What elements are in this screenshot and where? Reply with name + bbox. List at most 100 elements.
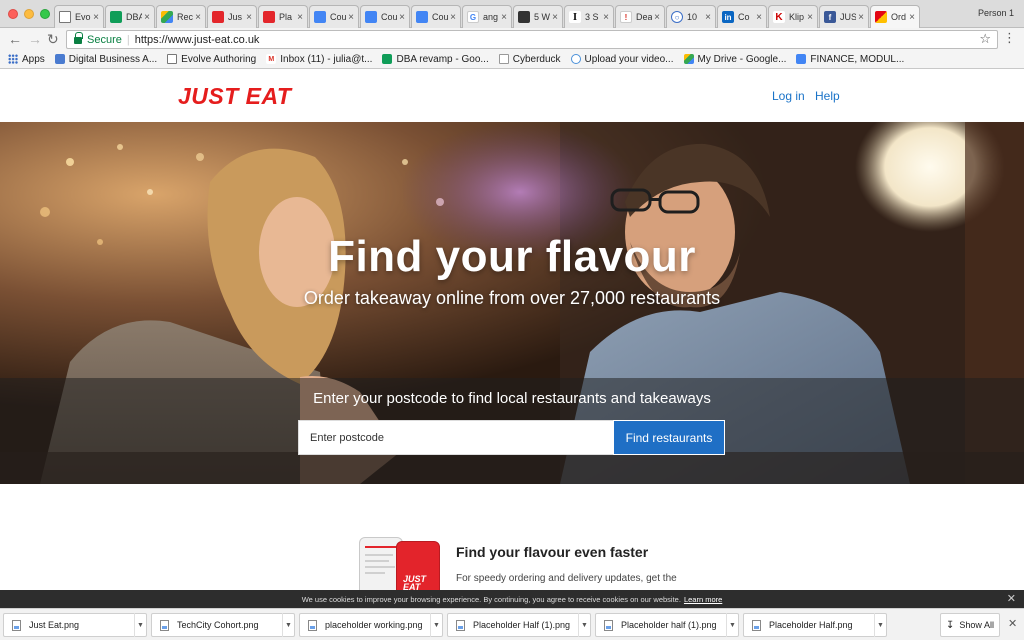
download-filename: Placeholder Half.png bbox=[769, 620, 853, 630]
postcode-input[interactable] bbox=[298, 420, 614, 455]
k-icon: K bbox=[773, 11, 785, 23]
sheets-icon bbox=[110, 11, 122, 23]
close-icon[interactable]: × bbox=[246, 12, 252, 23]
close-icon[interactable]: × bbox=[756, 12, 762, 23]
chevron-down-icon[interactable]: ▼ bbox=[282, 613, 294, 637]
minimize-window-button[interactable] bbox=[24, 9, 34, 19]
chevron-down-icon[interactable]: ▼ bbox=[578, 613, 590, 637]
bookmark-digital-business[interactable]: Digital Business A... bbox=[54, 54, 157, 65]
url-text[interactable]: https://www.just-eat.co.uk bbox=[135, 34, 260, 46]
close-icon[interactable]: × bbox=[909, 12, 915, 23]
show-all-label: Show All bbox=[959, 620, 994, 630]
show-all-downloads-button[interactable]: ↧ Show All bbox=[940, 613, 1000, 637]
find-restaurants-button[interactable]: Find restaurants bbox=[613, 420, 725, 455]
close-icon[interactable]: × bbox=[705, 12, 711, 23]
close-icon[interactable]: × bbox=[450, 12, 456, 23]
browser-tab[interactable]: Gang × bbox=[462, 5, 512, 28]
login-link[interactable]: Log in bbox=[772, 89, 805, 103]
back-arrow-icon[interactable]: ← bbox=[8, 30, 22, 48]
phone-line bbox=[365, 566, 395, 568]
close-icon[interactable]: × bbox=[297, 12, 303, 23]
bookmark-evolve-authoring[interactable]: Evolve Authoring bbox=[167, 54, 256, 65]
profile-name[interactable]: Person 1 bbox=[978, 8, 1014, 18]
url-separator: | bbox=[126, 33, 130, 46]
browser-tab[interactable]: ! Dea × bbox=[615, 5, 665, 28]
docs-icon bbox=[314, 11, 326, 23]
maximize-window-button[interactable] bbox=[40, 9, 50, 19]
bookmark-dba-revamp[interactable]: DBA revamp - Goo... bbox=[382, 54, 489, 65]
close-icon[interactable]: × bbox=[144, 12, 150, 23]
browser-tab[interactable]: K Klip × bbox=[768, 5, 818, 28]
close-icon[interactable]: × bbox=[348, 12, 354, 23]
chevron-down-icon[interactable]: ▼ bbox=[874, 613, 886, 637]
reload-icon[interactable]: ↻ bbox=[47, 30, 59, 48]
download-item[interactable]: Placeholder half (1).png ▼ bbox=[595, 613, 739, 637]
download-item[interactable]: Placeholder Half.png ▼ bbox=[743, 613, 887, 637]
chevron-down-icon[interactable]: ▼ bbox=[726, 613, 738, 637]
close-icon[interactable]: × bbox=[807, 12, 813, 23]
close-window-button[interactable] bbox=[8, 9, 18, 19]
close-icon[interactable]: × bbox=[195, 12, 201, 23]
tab-title: ang bbox=[483, 12, 499, 22]
close-icon[interactable]: × bbox=[654, 12, 660, 23]
bookmark-finance[interactable]: FINANCE, MODUL... bbox=[796, 54, 904, 65]
app-promo-section: JUST EAT Find your flavour even faster F… bbox=[0, 484, 1024, 601]
browser-tab[interactable]: f JUS × bbox=[819, 5, 869, 28]
bookmark-cyberduck[interactable]: Cyberduck bbox=[498, 54, 561, 65]
tab-title: Pla bbox=[279, 12, 293, 22]
close-icon[interactable]: ✕ bbox=[1007, 592, 1016, 605]
image-file-icon bbox=[456, 619, 465, 631]
close-icon[interactable]: × bbox=[552, 12, 558, 23]
browser-tab[interactable]: Ord × bbox=[870, 5, 920, 28]
bookmark-apps[interactable]: Apps bbox=[8, 54, 45, 65]
browser-tab[interactable]: Evo × bbox=[54, 5, 104, 28]
tab-title: Evo bbox=[75, 12, 91, 22]
chevron-down-icon[interactable]: ▼ bbox=[134, 613, 146, 637]
bookmark-inbox[interactable]: M Inbox (11) - julia@t... bbox=[266, 54, 372, 65]
download-item[interactable]: Placeholder Half (1).png ▼ bbox=[447, 613, 591, 637]
bookmark-upload-video[interactable]: Upload your video... bbox=[570, 54, 674, 65]
download-item[interactable]: Just Eat.png ▼ bbox=[3, 613, 147, 637]
cookie-text: We use cookies to improve your browsing … bbox=[301, 594, 681, 604]
bookmark-label: My Drive - Google... bbox=[697, 53, 787, 65]
bookmark-my-drive[interactable]: My Drive - Google... bbox=[683, 53, 787, 65]
forward-arrow-icon[interactable]: → bbox=[28, 30, 42, 48]
apps-grid-icon bbox=[8, 54, 18, 64]
browser-tab[interactable]: Pla × bbox=[258, 5, 308, 28]
browser-tab[interactable]: ○ 10 × bbox=[666, 5, 716, 28]
doc-icon bbox=[498, 54, 509, 64]
browser-tab[interactable]: Cou × bbox=[360, 5, 410, 28]
bookmark-label: FINANCE, MODUL... bbox=[810, 53, 905, 65]
cookie-learn-more-link[interactable]: Learn more bbox=[684, 595, 722, 604]
close-icon[interactable]: × bbox=[603, 12, 609, 23]
phone-line bbox=[365, 572, 385, 574]
browser-tab[interactable]: 5 W × bbox=[513, 5, 563, 28]
chevron-down-icon[interactable]: ▼ bbox=[430, 613, 442, 637]
browser-tab[interactable]: in Co × bbox=[717, 5, 767, 28]
download-item[interactable]: TechCity Cohort.png ▼ bbox=[151, 613, 295, 637]
bookmark-label: Apps bbox=[22, 53, 45, 65]
browser-tab[interactable]: Cou × bbox=[309, 5, 359, 28]
just-eat-logo[interactable]: JUST EAT bbox=[178, 83, 291, 110]
close-icon[interactable]: × bbox=[501, 12, 507, 23]
close-icon[interactable]: × bbox=[858, 12, 864, 23]
browser-tab[interactable]: Rec × bbox=[156, 5, 206, 28]
download-item[interactable]: placeholder working.png ▼ bbox=[299, 613, 443, 637]
bookmark-star-icon[interactable]: ☆ bbox=[979, 31, 991, 47]
phone-logo-text: JUST EAT bbox=[403, 574, 427, 592]
close-icon[interactable]: × bbox=[399, 12, 405, 23]
download-shelf: Just Eat.png ▼ TechCity Cohort.png ▼ pla… bbox=[0, 608, 1024, 640]
postcode-search-label: Enter your postcode to find local restau… bbox=[313, 390, 711, 407]
browser-tab[interactable]: I 3 S × bbox=[564, 5, 614, 28]
browser-menu-icon[interactable]: ⋮ bbox=[1003, 31, 1016, 45]
close-icon[interactable]: × bbox=[93, 12, 99, 23]
browser-tab[interactable]: Jus × bbox=[207, 5, 257, 28]
close-icon[interactable]: ✕ bbox=[1008, 617, 1017, 630]
tab-title: JUS bbox=[840, 12, 857, 22]
tab-title: 10 bbox=[687, 12, 698, 22]
browser-tab[interactable]: Cou × bbox=[411, 5, 461, 28]
tab-title: 3 S bbox=[585, 12, 599, 22]
help-link[interactable]: Help bbox=[815, 89, 840, 103]
address-bar[interactable]: Secure | https://www.just-eat.co.uk ☆ bbox=[66, 30, 998, 49]
browser-tab[interactable]: DBA× bbox=[105, 5, 155, 28]
